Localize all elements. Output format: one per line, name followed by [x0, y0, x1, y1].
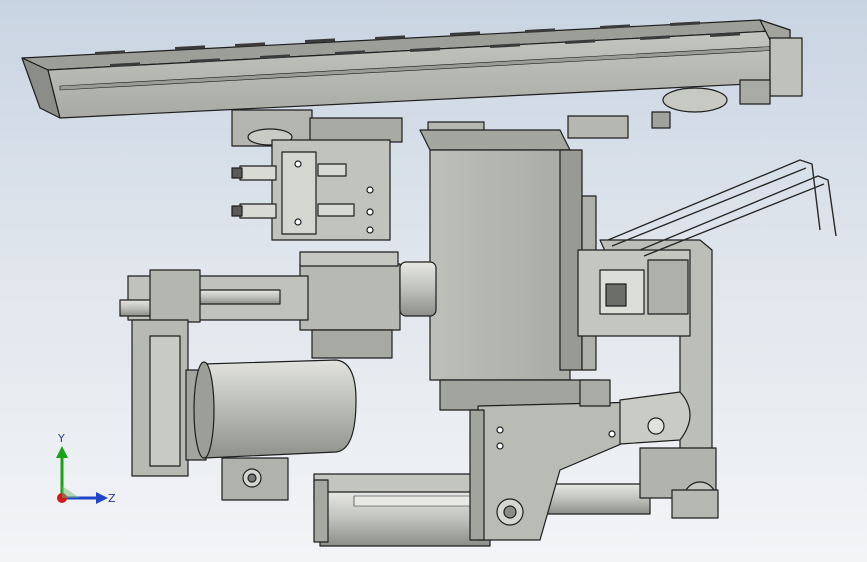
horizontal-spindle[interactable]	[299, 251, 437, 359]
main-column-body[interactable]	[419, 129, 601, 411]
y-axis-label: Y	[57, 432, 65, 445]
valve-manifold[interactable]	[231, 139, 391, 241]
lever-bracket[interactable]	[469, 401, 641, 541]
machine-assembly-model[interactable]	[0, 0, 867, 562]
cad-viewport[interactable]: Y Z	[0, 0, 867, 562]
gripper-head[interactable]	[577, 249, 691, 337]
coordinate-triad: Y Z	[56, 432, 116, 505]
left-cylinder[interactable]	[119, 269, 309, 323]
z-axis-label: Z	[108, 492, 116, 505]
